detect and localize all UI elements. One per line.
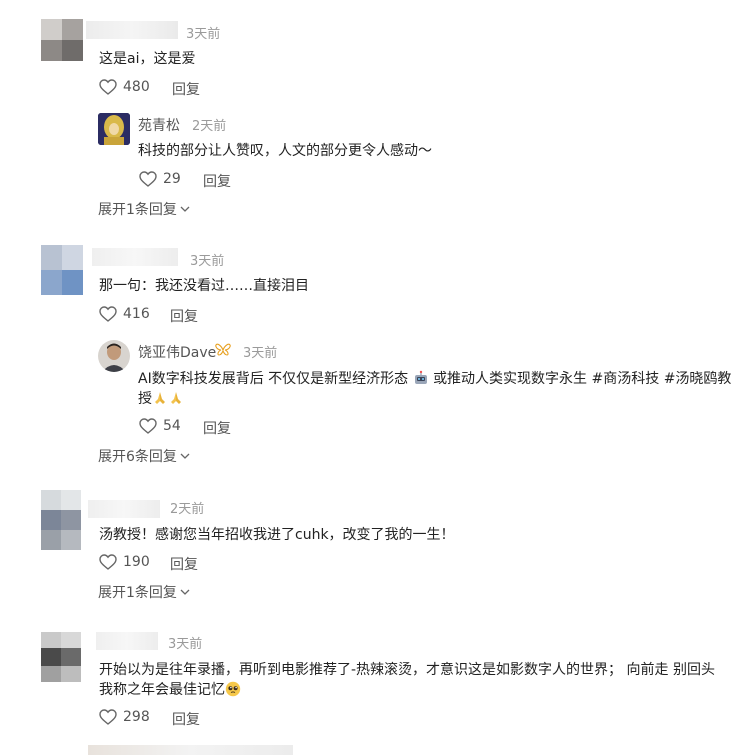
reply-time: 2天前 <box>192 119 227 134</box>
comment-text: 汤教授！感谢您当年招收我进了cuhk，改变了我的一生！ <box>99 527 455 543</box>
reply-text-part: 授 <box>138 391 152 407</box>
like-button[interactable]: 54 <box>139 418 181 434</box>
like-count: 298 <box>123 709 150 725</box>
like-button[interactable]: 29 <box>139 171 181 187</box>
comment-time: 3天前 <box>186 27 221 42</box>
reply-text: 科技的部分让人赞叹，人文的部分更令人感动～ <box>138 143 432 159</box>
expand-replies-button[interactable]: 展开1条回复 <box>98 199 190 219</box>
robot-emoji <box>413 370 429 386</box>
reply-button[interactable]: 回复 <box>172 709 200 729</box>
like-count: 480 <box>123 79 150 95</box>
reply-button[interactable]: 回复 <box>170 554 198 574</box>
expand-replies-label: 展开1条回复 <box>98 585 177 601</box>
comment-time: 3天前 <box>190 254 225 269</box>
avatar[interactable] <box>41 490 81 550</box>
heart-outline-icon <box>99 306 117 322</box>
heart-outline-icon <box>139 418 157 434</box>
chevron-down-icon <box>180 448 190 464</box>
like-count: 416 <box>123 306 150 322</box>
heart-outline-icon <box>139 171 157 187</box>
username-blurred[interactable] <box>88 500 160 518</box>
expand-replies-label: 展开6条回复 <box>98 449 177 465</box>
like-count: 29 <box>163 171 181 187</box>
reply-text-part: AI数字科技发展背后 不仅仅是新型经济形态 <box>138 371 409 387</box>
comment-text: 这是ai，这是爱 <box>99 51 196 67</box>
reply-avatar[interactable] <box>98 340 130 372</box>
username-blurred[interactable] <box>86 21 178 39</box>
reply-button[interactable]: 回复 <box>172 79 200 99</box>
reply-button[interactable]: 回复 <box>203 171 231 191</box>
reply-text-line-2: 授 <box>138 389 184 409</box>
comment-text-line-2: 我称之年会最佳记忆 <box>99 680 241 700</box>
reply-button[interactable]: 回复 <box>203 418 231 438</box>
butterfly-icon <box>215 343 231 360</box>
heart-outline-icon <box>99 554 117 570</box>
reply-avatar[interactable] <box>98 113 130 145</box>
like-count: 54 <box>163 418 181 434</box>
reply-time: 3天前 <box>243 346 278 361</box>
praying-hands-emoji <box>152 390 168 406</box>
expand-replies-button[interactable]: 展开1条回复 <box>98 582 190 602</box>
username-blurred[interactable] <box>96 632 158 650</box>
heart-outline-icon <box>99 79 117 95</box>
praying-hands-emoji <box>168 390 184 406</box>
username-blurred[interactable] <box>92 248 178 266</box>
next-comment-partial <box>88 745 293 755</box>
pleading-face-emoji <box>225 681 241 697</box>
comment-text: 那一句：我还没看过……直接泪目 <box>99 278 309 294</box>
comment-text-part: 我称之年会最佳记忆 <box>99 682 225 698</box>
like-button[interactable]: 480 <box>99 79 150 95</box>
like-button[interactable]: 298 <box>99 709 150 725</box>
expand-replies-button[interactable]: 展开6条回复 <box>98 446 190 466</box>
reply-button[interactable]: 回复 <box>170 306 198 326</box>
reply-username[interactable]: 饶亚伟Dave <box>138 342 216 362</box>
expand-replies-label: 展开1条回复 <box>98 202 177 218</box>
reply-text-part: 或推动人类实现数字永生 #商汤科技 #汤晓鸥教 <box>433 371 732 387</box>
avatar[interactable] <box>41 19 83 61</box>
reply-username[interactable]: 苑青松 <box>138 115 180 135</box>
chevron-down-icon <box>180 201 190 217</box>
avatar[interactable] <box>41 245 83 295</box>
reply-text: AI数字科技发展背后 不仅仅是新型经济形态 或推动人类实现数字永生 #商汤科技 … <box>138 369 731 389</box>
avatar[interactable] <box>41 632 81 682</box>
heart-outline-icon <box>99 709 117 725</box>
like-button[interactable]: 416 <box>99 306 150 322</box>
comment-time: 3天前 <box>168 637 203 652</box>
like-count: 190 <box>123 554 150 570</box>
like-button[interactable]: 190 <box>99 554 150 570</box>
comment-time: 2天前 <box>170 502 205 517</box>
comment-text: 开始以为是往年录播，再听到电影推荐了-热辣滚烫，才意识这是如影数字人的世界； 向… <box>99 662 715 678</box>
chevron-down-icon <box>180 584 190 600</box>
